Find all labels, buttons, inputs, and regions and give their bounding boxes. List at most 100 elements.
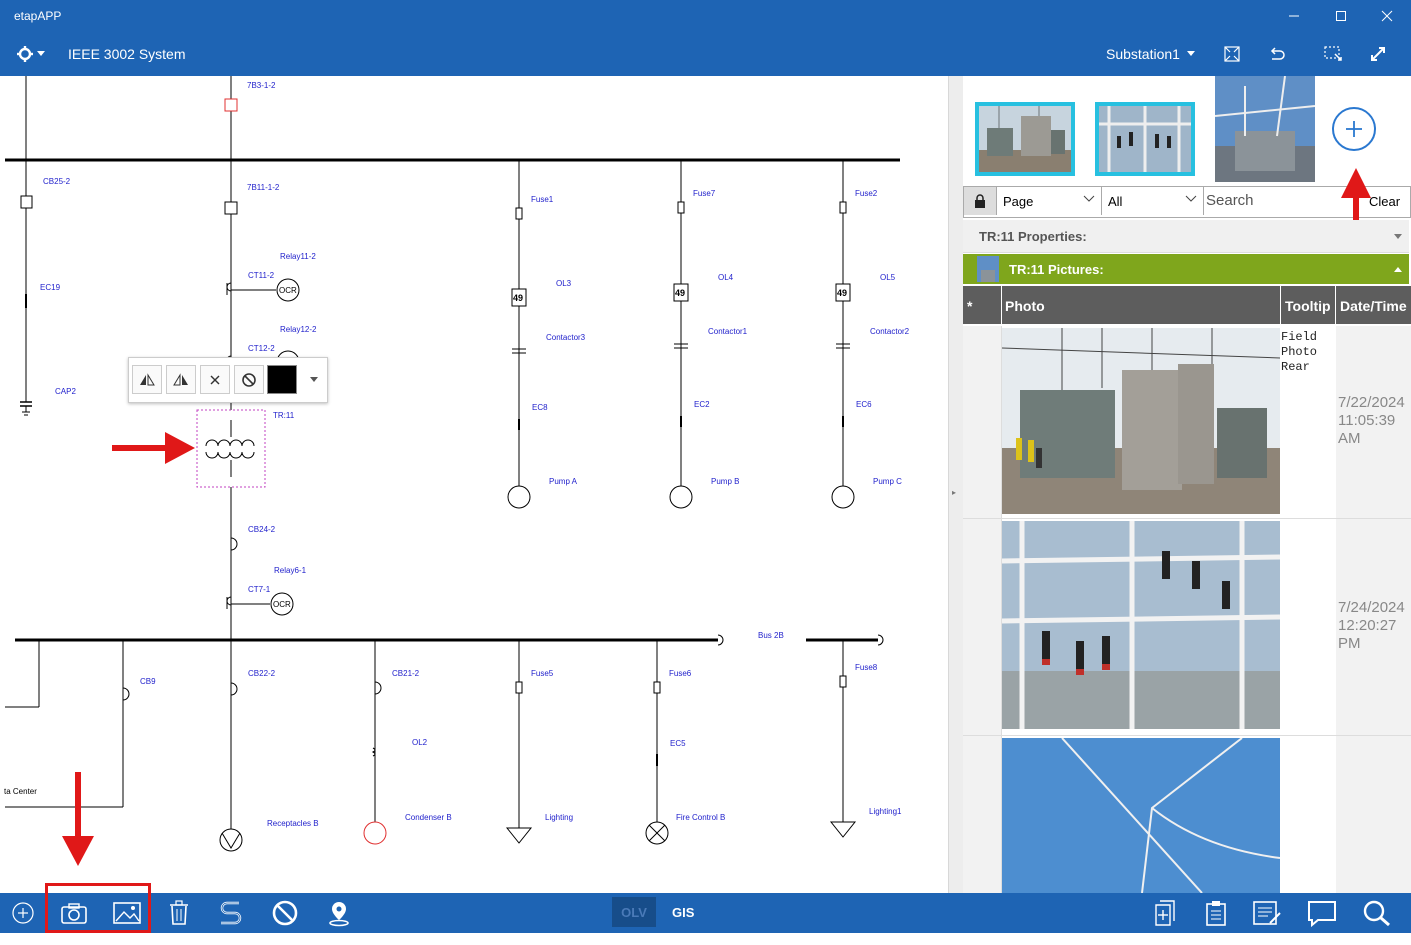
label-7b11: 7B11-1-2 bbox=[247, 183, 280, 192]
label-ct11: CT11-2 bbox=[248, 271, 275, 280]
label-fuse8: Fuse8 bbox=[855, 663, 878, 672]
disable-icon[interactable] bbox=[234, 365, 264, 394]
search-placeholder: Search bbox=[1206, 192, 1254, 209]
properties-section-header[interactable]: TR:11 Properties: bbox=[963, 220, 1409, 253]
splitter-arrow-icon[interactable]: ▸ bbox=[952, 488, 956, 497]
ol4-code: 49 bbox=[675, 288, 685, 298]
label-ec6: EC6 bbox=[856, 400, 872, 409]
label-cb25: CB25-2 bbox=[43, 177, 71, 186]
label-pump-c: Pump C bbox=[873, 477, 902, 486]
row-star-cell[interactable] bbox=[963, 519, 1002, 735]
table-row[interactable]: Field Photo Rear 7/22/2024 11:05:39 AM bbox=[963, 326, 1411, 519]
label-condenser-b: Condenser B bbox=[405, 813, 452, 822]
select-area-icon[interactable] bbox=[1322, 43, 1344, 65]
color-swatch[interactable] bbox=[267, 365, 297, 394]
route-path-icon[interactable] bbox=[216, 899, 246, 927]
photo-cell-overhead-line[interactable] bbox=[1002, 738, 1280, 893]
label-receptacles-b: Receptacles B bbox=[267, 819, 319, 828]
panel-splitter[interactable]: ▸ bbox=[948, 76, 964, 893]
app-title: etapAPP bbox=[14, 9, 62, 23]
photo-cell-insulators[interactable] bbox=[1002, 521, 1280, 729]
search-icon[interactable] bbox=[1362, 899, 1392, 927]
gis-tab[interactable]: GIS bbox=[672, 905, 694, 920]
photo-thumbnail-3[interactable] bbox=[1215, 76, 1315, 182]
edit-notes-icon[interactable] bbox=[1252, 899, 1282, 927]
lock-icon[interactable] bbox=[964, 187, 997, 215]
flip-vertical-icon[interactable] bbox=[166, 365, 196, 394]
project-name: IEEE 3002 System bbox=[68, 46, 186, 62]
bottom-toolbar: OLV GIS bbox=[0, 893, 1411, 933]
fullscreen-icon[interactable] bbox=[1367, 43, 1389, 65]
label-ol2: OL2 bbox=[412, 738, 428, 747]
col-datetime[interactable]: Date/Time bbox=[1336, 286, 1411, 324]
chevron-down-icon bbox=[1185, 195, 1197, 202]
chevron-up-icon bbox=[1394, 267, 1402, 272]
label-ec5: EC5 bbox=[670, 739, 686, 748]
label-fuse5: Fuse5 bbox=[531, 669, 554, 678]
label-ec2: EC2 bbox=[694, 400, 710, 409]
ocr-relay11-text: OCR bbox=[279, 286, 297, 295]
label-bus2b: Bus 2B bbox=[758, 631, 784, 640]
chevron-down-icon bbox=[1394, 234, 1402, 239]
all-filter-select[interactable]: All bbox=[1102, 187, 1204, 215]
label-cb21: CB21-2 bbox=[392, 669, 420, 678]
label-relay12: Relay12-2 bbox=[280, 325, 317, 334]
one-line-diagram-canvas[interactable]: 49 49 49 OCR OCR 7B3-1-2 7B11-1-2 CB25-2… bbox=[0, 76, 948, 893]
photo-thumbnail-1[interactable] bbox=[975, 102, 1075, 176]
table-row[interactable] bbox=[963, 736, 1411, 893]
table-row[interactable]: 7/24/2024 12:20:27 PM bbox=[963, 519, 1411, 736]
label-ct7: CT7-1 bbox=[248, 585, 271, 594]
label-ct12: CT12-2 bbox=[248, 344, 275, 353]
label-contactor1: Contactor1 bbox=[708, 327, 748, 336]
all-filter-value: All bbox=[1108, 194, 1123, 209]
clipboard-icon[interactable] bbox=[1202, 899, 1232, 927]
page-filter-select[interactable]: Page bbox=[997, 187, 1102, 215]
title-bar: etapAPP bbox=[0, 0, 1411, 33]
page-selector[interactable]: Substation1 bbox=[1106, 46, 1180, 62]
settings-gear-icon[interactable] bbox=[14, 43, 36, 65]
col-tooltip[interactable]: Tooltip bbox=[1281, 286, 1336, 324]
label-pump-a: Pump A bbox=[549, 477, 578, 486]
location-pin-icon[interactable] bbox=[324, 899, 354, 927]
label-lighting1: Lighting1 bbox=[869, 807, 902, 816]
more-chevron-down-icon[interactable] bbox=[299, 365, 329, 394]
clear-button[interactable]: Clear bbox=[1369, 194, 1400, 209]
photo-cell-transformer-rear[interactable] bbox=[1002, 328, 1280, 514]
tooltip-cell: Field Photo Rear bbox=[1281, 330, 1318, 374]
row-star-cell[interactable] bbox=[963, 736, 1002, 893]
trash-icon[interactable] bbox=[164, 899, 194, 927]
label-ol5: OL5 bbox=[880, 273, 896, 282]
label-contactor2: Contactor2 bbox=[870, 327, 910, 336]
olv-tab[interactable]: OLV bbox=[612, 897, 656, 927]
pictures-header-title: TR:11 Pictures: bbox=[1009, 262, 1104, 277]
flip-horizontal-icon[interactable] bbox=[132, 365, 162, 394]
row-star-cell[interactable] bbox=[963, 326, 1002, 518]
comment-icon[interactable] bbox=[1306, 899, 1336, 927]
page-chevron-down-icon[interactable] bbox=[1184, 43, 1198, 65]
col-photo[interactable]: Photo bbox=[1002, 286, 1281, 324]
ocr-relay6-text: OCR bbox=[273, 600, 291, 609]
zoom-extents-icon[interactable] bbox=[1221, 43, 1243, 65]
properties-header-title: TR:11 Properties: bbox=[979, 229, 1087, 244]
label-fuse6: Fuse6 bbox=[669, 669, 692, 678]
datetime-cell bbox=[1336, 736, 1411, 893]
settings-chevron-down-icon[interactable] bbox=[34, 43, 48, 65]
search-input[interactable]: Search bbox=[1204, 187, 1364, 215]
add-circle-icon[interactable] bbox=[8, 899, 38, 927]
label-pump-b: Pump B bbox=[711, 477, 739, 486]
delete-x-icon[interactable] bbox=[200, 365, 230, 394]
col-star[interactable]: * bbox=[963, 286, 1002, 324]
add-page-icon[interactable] bbox=[1150, 899, 1180, 927]
undo-icon[interactable] bbox=[1266, 43, 1288, 65]
maximize-icon[interactable] bbox=[1331, 6, 1351, 26]
add-picture-button[interactable] bbox=[1332, 107, 1376, 151]
label-ec8: EC8 bbox=[532, 403, 548, 412]
label-lighting: Lighting bbox=[545, 813, 573, 822]
pictures-panel: Page All Search Clear TR:11 Properties: … bbox=[963, 76, 1411, 893]
photo-thumbnail-2[interactable] bbox=[1095, 102, 1195, 176]
close-icon[interactable] bbox=[1377, 6, 1397, 26]
disable-circle-icon[interactable] bbox=[270, 899, 300, 927]
pictures-section-header[interactable]: TR:11 Pictures: bbox=[963, 254, 1409, 284]
minimize-icon[interactable] bbox=[1284, 6, 1304, 26]
chevron-down-icon bbox=[1083, 195, 1095, 202]
